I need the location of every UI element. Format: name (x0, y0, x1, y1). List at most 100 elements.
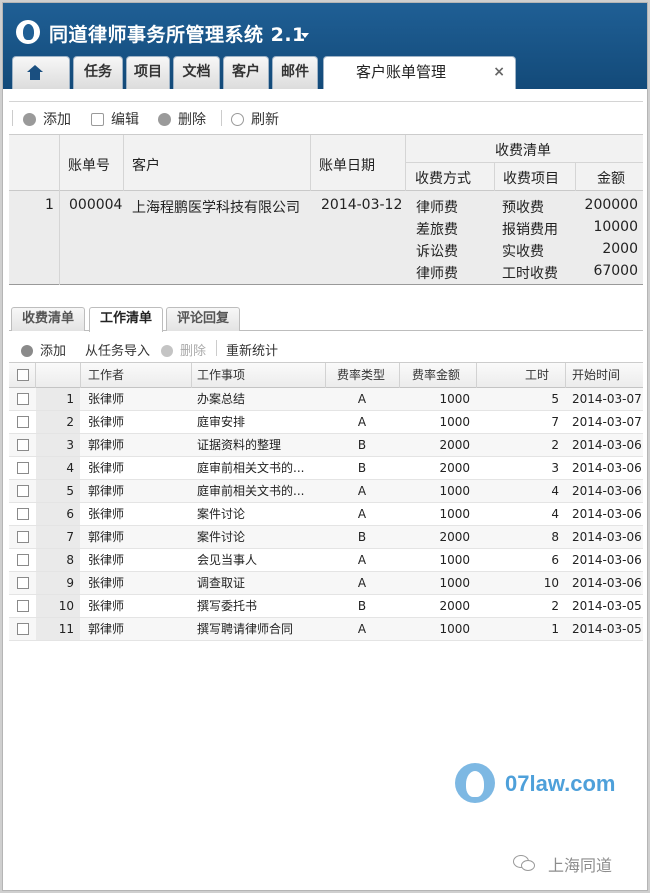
chevron-down-icon[interactable] (301, 33, 309, 38)
tab-comments[interactable]: 评论回复 (166, 307, 240, 331)
tab-work-list[interactable]: 工作清单 (89, 307, 163, 332)
select-all-checkbox[interactable] (17, 369, 29, 381)
row-checkbox[interactable] (17, 623, 29, 635)
cell-rate-type: A (357, 392, 367, 406)
cell-start-time: 2014-03-06 (572, 576, 642, 590)
cell-rate-type: A (357, 622, 367, 636)
row-checkbox[interactable] (17, 508, 29, 520)
delete-button[interactable]: 删除 (158, 109, 206, 129)
column-divider (123, 135, 124, 191)
row-checkbox[interactable] (17, 600, 29, 612)
refresh-button[interactable]: 刷新 (231, 109, 279, 129)
table-row[interactable]: 6 张律师 案件讨论 A 1000 4 2014-03-06 (9, 503, 643, 526)
cell-task: 案件讨论 (197, 530, 246, 544)
header-task[interactable]: 工作事项 (197, 363, 245, 388)
column-divider (494, 163, 495, 191)
cell-rate-type: A (357, 507, 367, 521)
toolbar-divider (12, 110, 13, 126)
site-logo-icon (455, 763, 495, 803)
table-row[interactable]: 1 张律师 办案总结 A 1000 5 2014-03-07 (9, 388, 643, 411)
cell-rate-amount: 1000 (439, 553, 470, 567)
add-button[interactable]: 添加 (23, 109, 71, 129)
cell-rate-type: B (357, 599, 367, 613)
cell-task: 会见当事人 (197, 553, 258, 567)
recalculate-button[interactable]: 重新统计 (226, 340, 278, 359)
cell-task: 庭审前相关文书的... (197, 461, 305, 475)
tab-mail[interactable]: 邮件 (272, 56, 318, 89)
header-hours[interactable]: 工时 (525, 363, 549, 388)
home-icon (27, 65, 43, 80)
tab-clients[interactable]: 客户 (223, 56, 269, 89)
fee-amount: 200000 (584, 197, 638, 213)
edit-button[interactable]: 编辑 (91, 109, 139, 129)
fee-amount: 2000 (602, 241, 638, 257)
add-icon (21, 345, 33, 357)
row-checkbox[interactable] (17, 416, 29, 428)
table-row[interactable]: 8 张律师 会见当事人 A 1000 6 2014-03-06 (9, 549, 643, 572)
tab-documents[interactable]: 文档 (173, 56, 220, 89)
header-fee-item[interactable]: 收费项目 (503, 168, 559, 188)
fee-item: 预收费 (502, 200, 544, 216)
table-row[interactable]: 3 郭律师 证据资料的整理 B 2000 2 2014-03-06 (9, 434, 643, 457)
header-rate-type[interactable]: 费率类型 (337, 363, 385, 388)
header-amount[interactable]: 金额 (597, 168, 625, 188)
row-checkbox[interactable] (17, 462, 29, 474)
delete-icon (158, 113, 171, 126)
header-start-time[interactable]: 开始时间 (572, 363, 620, 388)
column-divider (476, 363, 477, 388)
header-client[interactable]: 客户 (132, 155, 160, 175)
table-row[interactable]: 4 张律师 庭审前相关文书的... B 2000 3 2014-03-06 (9, 457, 643, 480)
tab-tasks[interactable]: 任务 (73, 56, 123, 89)
row-checkbox[interactable] (17, 531, 29, 543)
delete-button-label: 删除 (178, 112, 206, 128)
header-worker[interactable]: 工作者 (88, 363, 124, 388)
app-logo-icon (16, 20, 40, 44)
tab-fee-list[interactable]: 收费清单 (11, 307, 85, 331)
tab-projects[interactable]: 项目 (126, 56, 170, 89)
header-fee-method[interactable]: 收费方式 (415, 168, 471, 188)
cell-start-time: 2014-03-06 (572, 438, 642, 452)
header-rate-amount[interactable]: 费率金额 (412, 363, 460, 388)
work-add-button[interactable]: 添加 (21, 340, 66, 359)
fee-method: 律师费 (416, 266, 458, 282)
cell-start-time: 2014-03-07 (572, 392, 642, 406)
table-row[interactable]: 7 郭律师 案件讨论 B 2000 8 2014-03-06 (9, 526, 643, 549)
cell-start-time: 2014-03-07 (572, 415, 642, 429)
tab-home[interactable] (12, 56, 70, 89)
row-checkbox[interactable] (17, 393, 29, 405)
billing-row[interactable]: 1 000004 上海程鹏医学科技有限公司 2014-03-12 律师费 预收费… (9, 191, 643, 285)
tab-client-billing[interactable]: 客户账单管理 × (323, 56, 516, 89)
cell-rate-amount: 2000 (439, 461, 470, 475)
cell-start-time: 2014-03-06 (572, 553, 642, 567)
close-icon[interactable]: × (493, 57, 505, 88)
row-checkbox[interactable] (17, 485, 29, 497)
row-number: 5 (36, 480, 80, 502)
cell-rate-amount: 1000 (439, 576, 470, 590)
fee-method: 差旅费 (416, 222, 458, 238)
wechat-watermark: 上海同道 (548, 856, 613, 875)
row-checkbox[interactable] (17, 439, 29, 451)
row-number: 2 (36, 411, 80, 433)
cell-rate-type: A (357, 484, 367, 498)
table-row[interactable]: 5 郭律师 庭审前相关文书的... A 1000 4 2014-03-06 (9, 480, 643, 503)
column-divider (80, 363, 81, 388)
cell-start-time: 2014-03-06 (572, 530, 642, 544)
row-checkbox[interactable] (17, 577, 29, 589)
header-bill-no[interactable]: 账单号 (68, 155, 110, 175)
header-fee-list: 收费清单 (495, 143, 551, 159)
cell-hours: 1 (551, 622, 559, 636)
table-row[interactable]: 10 张律师 撰写委托书 B 2000 2 2014-03-05 (9, 595, 643, 618)
app-title[interactable]: 同道律师事务所管理系统 2.1 (49, 20, 306, 47)
row-number: 4 (36, 457, 80, 479)
table-row[interactable]: 2 张律师 庭审安排 A 1000 7 2014-03-07 (9, 411, 643, 434)
cell-worker: 张律师 (88, 599, 125, 613)
fee-item: 工时收费 (502, 266, 558, 282)
import-from-tasks-button[interactable]: 从任务导入 (85, 340, 150, 359)
table-row[interactable]: 9 张律师 调查取证 A 1000 10 2014-03-06 (9, 572, 643, 595)
work-grid-header: 工作者 工作事项 费率类型 费率金额 工时 开始时间 (9, 362, 643, 388)
header-bill-date[interactable]: 账单日期 (319, 155, 375, 175)
work-delete-button[interactable]: 删除 (161, 340, 206, 359)
table-row[interactable]: 11 郭律师 撰写聘请律师合同 A 1000 1 2014-03-05 (9, 618, 643, 641)
row-checkbox[interactable] (17, 554, 29, 566)
cell-rate-amount: 2000 (439, 438, 470, 452)
